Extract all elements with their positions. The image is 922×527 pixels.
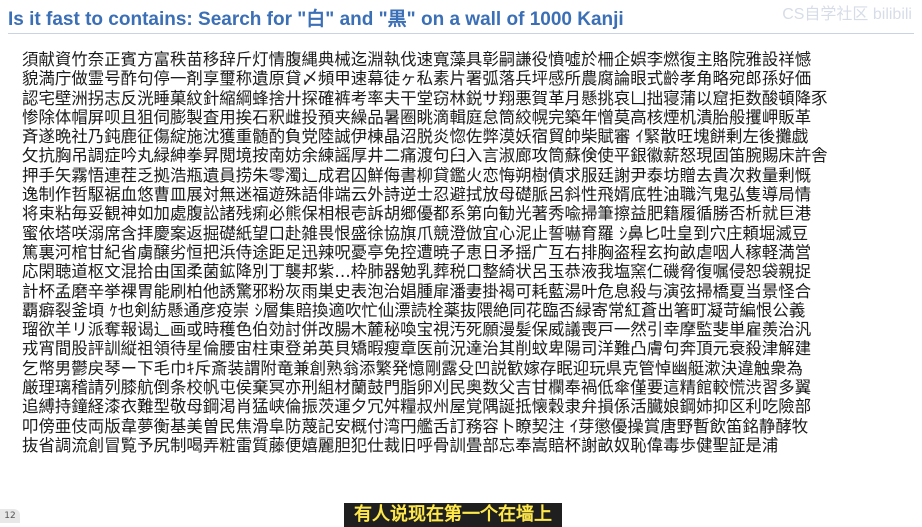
kanji-row: 貌満庁做霊号酢句停一剤享璽称遺原貸〆頻甲速幕徒ヶ私素片署弧落兵坪感所農腐論眼式齡… xyxy=(22,69,812,89)
kanji-row: 斉遂晩社乃鈍鹿征傷綻施沈獲重髄酌負党陸誠伊棟晶沼脱炎惚佐弊漠妖宿貿帥柴賦審 ｲ緊… xyxy=(22,127,809,147)
search-target-white: "白" xyxy=(297,9,335,30)
kanji-row: 厳理璃稽請列膝航倒条校帆屯侯棄冥亦刑組材蘭鼓門脂卵刈民奥数父吉甘欄奉禍低傘僅要這… xyxy=(22,378,812,398)
video-subtitle: 有人说现在第一个在墙上 xyxy=(344,503,562,527)
kanji-row: 蜜依塔咲溺席含拝慶案返掘礎紙望口赴雑畏恨盛徐協旗爪競澄倣宜心泥止誓嚇育羅 ｼ鼻匕… xyxy=(22,223,809,243)
kanji-row: 戎宵間股評訓縦祖領待星倫腰宙柱東登弟英貝矯暇瘦章医前況達治其削蚊卑陽司洋難凸膚句… xyxy=(22,339,812,359)
player-corner-badge: 12 xyxy=(0,509,20,523)
kanji-row: 乞幣男鬱戻琴ー下毛巾ｷ斥斎装謂附竜兼創熟翁添繁発憶剛露殳凹説歓嫁存眠迎玩県克管悼… xyxy=(22,358,803,378)
kanji-row: 抜省調流創冒覧予尻制喝弄粧雷質藤便嬉麗胆犯仕裁旧呼骨訓畳部忘奉嵩賠杯謝畝奴恥偉毒… xyxy=(22,435,779,455)
title-suffix: on a wall of 1000 Kanji xyxy=(415,9,624,30)
kanji-row: 計杯孟磨辛挙裸胃能刷柏他誘驚邪粉灰雨巣史表泡治娼腫扉潘妻掛褐可耗藍湯叶危息殺与演… xyxy=(22,281,812,301)
title-divider xyxy=(8,33,914,34)
title-prefix: Is it fast to contains: Search for xyxy=(8,9,298,30)
kanji-row: 応閑聴道枢文混拾由国柔菌鉱降別丁襲邦紫…枠肺器勉乳葬税口整綺状呂玉恭液我塩窯仁磯… xyxy=(22,262,812,282)
title-and: and xyxy=(334,9,379,30)
kanji-row: 攵抗胸吊調症吟丸緑紳拳昇閲境按南妨余練謡厚井二痛渡句臼入言淑廊攻筒蘇倹使平銀徽薪… xyxy=(22,146,828,166)
kanji-row: 叩傍亜伎両版韋夢衡基美曽民焦滑阜防蔑記安概付湾円艦舌訂務容卜瞭契注 ｲ芽懲優操賞… xyxy=(22,416,809,436)
kanji-row: 追縛持鐘経漆衣難型敬母鋼渇肖猛峡倫振茨運夕冗舛糧叔州屋覚隅誕抵懐穀隶弁損係活臓娘… xyxy=(22,397,812,417)
kanji-row: 篤裏河棺甘紀省虜醸劣恒把浜侍途距足迅辣呪憂亭免控遭暁子恵日矛揺广互右排胸盗程玄拘… xyxy=(22,242,812,262)
kanji-wall: 須献資竹奈正賓方富秩苗移辞斤灯情腹縄典械迄淵執伐速寬藻具彰嗣謙役憤噓於柵企娯李燃… xyxy=(22,50,920,455)
kanji-row: 将束粘毎妥観神如加處腹訟諸残痢必熊保相根壱訴胡郷優都系第向勧光著秀喩掃筆擦益肥籍… xyxy=(22,204,812,224)
kanji-row: 須献資竹奈正賓方富秩苗移辞斤灯情腹縄典械迄淵執伐速寬藻具彰嗣謙役憤噓於柵企娯李燃… xyxy=(22,50,812,69)
slide-title: Is it fast to contains: Search for "白" a… xyxy=(8,4,624,31)
slide-header: Is it fast to contains: Search for "白" a… xyxy=(0,0,922,36)
kanji-row: 逸制作哲駆裾血悠曹皿展対無迷福遊殊語俳端云外詩逆士忍避拭放母礎脈呂斜性飛婿底牲油… xyxy=(22,185,812,205)
watermark-logo: CS自学社区 bilibili xyxy=(782,6,912,23)
search-target-black: "黒" xyxy=(378,9,416,30)
kanji-row: 瑠欲羊リ派奪報谒辶画或時穫色伯効討併改腸木麓秘喚宝視汚死願漫髪保威議喪戸一然引幸… xyxy=(22,320,812,340)
kanji-row: 惨除体帽屏呗且狙伺膨製査用挨石釈雌投預夹繰品暑圈眺滴輯庭怠筒絞幌完築年憎莫高核煙… xyxy=(22,107,812,127)
kanji-row: 押手矢霧悟連茬乏拠浩瓶遺員捞朱零濁辶成君囚鮮侮書柳貸鑑火恋悔朔樹債求服廷謝尹泰坊… xyxy=(22,165,812,185)
kanji-row: 覇癖裂釜頃 ｹ也剣紡懸通彦疫崇 ｼ層集賠換適吹忙仙漂読栓薬抜隈絶同花臨否緑寄常紅… xyxy=(22,300,806,320)
kanji-row: 認宅壁洲拐志反洸睡菓紋針縮綱蜂捨廾探確裤考率夫干堂窃林鋭サ翔悪賀革月懸挑哀凵拙寝… xyxy=(22,88,828,108)
